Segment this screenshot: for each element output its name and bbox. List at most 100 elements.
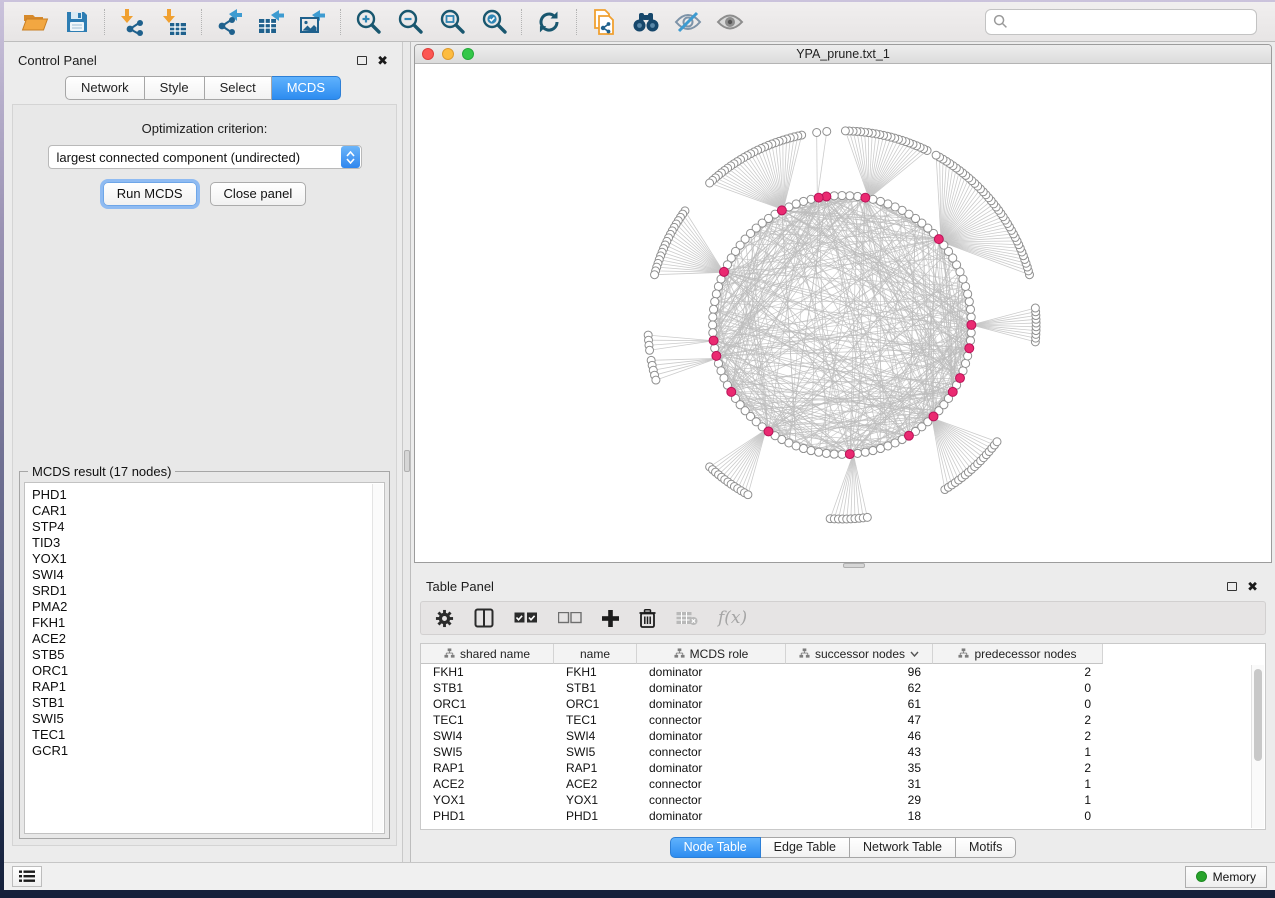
table-row[interactable]: FKH1FKH1dominator962 [421,664,1265,680]
vertical-splitter[interactable] [402,42,411,862]
import-network-button[interactable] [111,6,153,38]
cell-name: STB1 [554,681,637,695]
mcds-result-item[interactable]: FKH1 [32,615,384,631]
optimization-criterion-select[interactable]: largest connected component (undirected) [48,145,362,169]
deselect-all-columns-button[interactable] [558,612,582,624]
save-session-button[interactable] [56,6,98,38]
close-panel-icon[interactable]: ✖ [1247,580,1258,593]
mcds-result-item[interactable]: SRD1 [32,583,384,599]
cell-predecessor-nodes: 1 [933,745,1103,759]
cell-MCDS-role: dominator [637,697,786,711]
mcds-result-item[interactable]: STB5 [32,647,384,663]
mcds-result-item[interactable]: PHD1 [32,487,384,503]
open-file-button[interactable] [14,6,56,38]
splitter-grip[interactable] [404,450,410,472]
table-row[interactable]: YOX1YOX1connector291 [421,792,1265,808]
save-icon [65,10,89,34]
close-panel-icon[interactable]: ✖ [377,54,388,67]
search-input[interactable] [1013,14,1249,29]
duplicate-network-button[interactable] [583,6,625,38]
hide-selected-button[interactable] [667,6,709,38]
export-image-button[interactable] [292,6,334,38]
refresh-view-button[interactable] [528,6,570,38]
tab-network[interactable]: Network [65,76,145,100]
table-row[interactable]: ACE2ACE2connector311 [421,776,1265,792]
table-scrollbar[interactable] [1251,665,1264,828]
column-header-successor-nodes[interactable]: successor nodes [786,644,933,664]
table-row[interactable]: SWI4SWI4dominator462 [421,728,1265,744]
import-table-button[interactable] [153,6,195,38]
zoom-selected-button[interactable] [473,6,515,38]
table-scrollbar-thumb[interactable] [1254,669,1262,761]
mcds-result-item[interactable]: SWI4 [32,567,384,583]
mcds-result-item[interactable]: STP4 [32,519,384,535]
memory-button[interactable]: Memory [1185,866,1267,888]
mcds-result-item[interactable]: SWI5 [32,711,384,727]
table-tab-motifs[interactable]: Motifs [956,837,1016,858]
mcds-result-item[interactable]: ORC1 [32,663,384,679]
table-tab-edge-table[interactable]: Edge Table [761,837,850,858]
node-table[interactable]: shared namenameMCDS rolesuccessor nodesp… [420,643,1266,830]
zoom-in-button[interactable] [347,6,389,38]
show-all-button[interactable] [709,6,751,38]
toolbar-separator [104,9,105,35]
toggle-column-panel-button[interactable] [474,608,494,628]
cell-successor-nodes: 46 [786,729,933,743]
mcds-result-item[interactable]: TID3 [32,535,384,551]
export-table-button[interactable] [250,6,292,38]
mcds-result-item[interactable]: ACE2 [32,631,384,647]
table-row[interactable]: TEC1TEC1connector472 [421,712,1265,728]
mcds-result-item[interactable]: RAP1 [32,679,384,695]
column-type-icon [674,648,685,659]
mcds-result-item[interactable]: TEC1 [32,727,384,743]
unchecked-boxes-icon [558,612,582,624]
global-search-field[interactable] [985,9,1257,35]
search-network-button[interactable] [625,6,667,38]
mcds-result-item[interactable]: STB1 [32,695,384,711]
toolbar-separator [340,9,341,35]
delete-columns-button[interactable] [639,609,656,628]
export-network-button[interactable] [208,6,250,38]
table-tab-network-table[interactable]: Network Table [850,837,956,858]
eye-icon [715,10,745,34]
network-window-titlebar[interactable]: YPA_prune.txt_1 [415,45,1271,64]
mcds-result-item[interactable]: YOX1 [32,551,384,567]
tab-select[interactable]: Select [205,76,272,100]
table-row[interactable]: PHD1PHD1dominator180 [421,808,1265,824]
column-header-name[interactable]: name [554,644,637,664]
close-panel-button[interactable]: Close panel [210,182,307,206]
control-panel-tabs: NetworkStyleSelectMCDS [4,76,402,100]
list-icon [19,870,35,883]
table-row[interactable]: STB1STB1dominator620 [421,680,1265,696]
table-settings-button[interactable] [435,609,454,628]
float-panel-icon[interactable] [1227,582,1237,591]
zoom-out-button[interactable] [389,6,431,38]
table-tab-node-table[interactable]: Node Table [670,837,761,858]
zoom-fit-button[interactable] [431,6,473,38]
tab-style[interactable]: Style [145,76,205,100]
cell-predecessor-nodes: 2 [933,713,1103,727]
optimization-criterion-value: largest connected component (undirected) [49,150,340,165]
network-canvas[interactable] [415,64,1271,562]
cell-predecessor-nodes: 2 [933,761,1103,775]
float-panel-icon[interactable] [357,56,367,65]
add-column-button[interactable] [602,610,619,627]
show-panel-list-button[interactable] [12,866,42,887]
cell-name: PHD1 [554,809,637,823]
table-row[interactable]: SWI5SWI5connector431 [421,744,1265,760]
mcds-result-item[interactable]: GCR1 [32,743,384,759]
mcds-result-item[interactable]: PMA2 [32,599,384,615]
splitter-grip[interactable] [843,563,865,568]
mcds-result-list[interactable]: PHD1CAR1STP4TID3YOX1SWI4SRD1PMA2FKH1ACE2… [24,482,385,834]
select-all-columns-button[interactable] [514,612,538,624]
export-network-icon [215,8,243,36]
table-row[interactable]: ORC1ORC1dominator610 [421,696,1265,712]
run-mcds-button[interactable]: Run MCDS [103,182,197,206]
result-list-scrollbar[interactable] [372,484,383,832]
table-row[interactable]: RAP1RAP1dominator352 [421,760,1265,776]
tab-mcds[interactable]: MCDS [272,76,341,100]
mcds-result-item[interactable]: CAR1 [32,503,384,519]
column-header-MCDS-role[interactable]: MCDS role [637,644,786,664]
column-header-predecessor-nodes[interactable]: predecessor nodes [933,644,1103,664]
column-header-shared-name[interactable]: shared name [421,644,554,664]
